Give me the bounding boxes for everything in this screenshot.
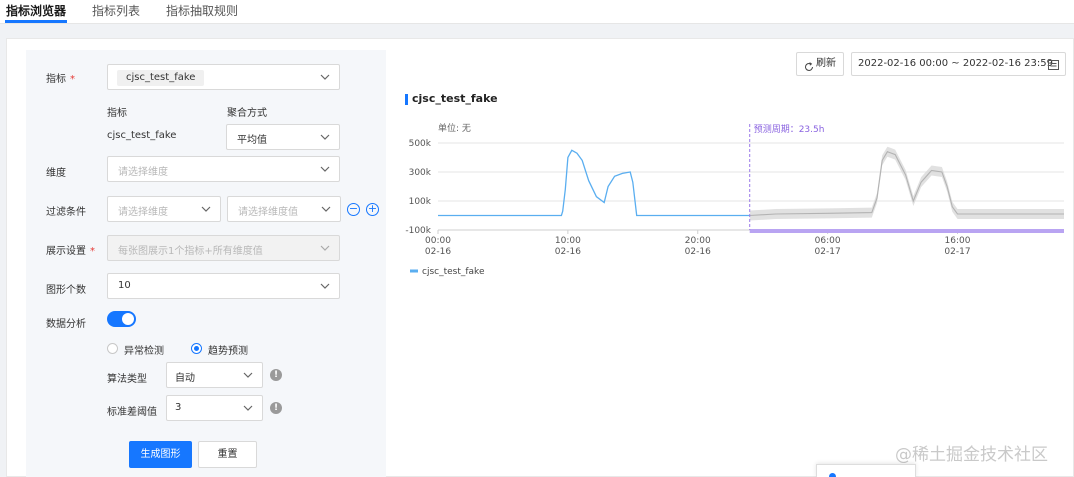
chart-count-select[interactable]: 10 (107, 273, 340, 299)
chevron-down-icon (242, 369, 254, 381)
dimension-select[interactable]: 请选择维度 (107, 156, 340, 182)
chart-lines (438, 149, 1064, 217)
display-settings-select: 每张图展示1个指标+所有维度值 (107, 235, 340, 261)
filter-dimension-placeholder: 请选择维度 (118, 207, 168, 218)
refresh-button[interactable]: 刷新 (796, 52, 844, 76)
forecast-confidence-band (749, 146, 1064, 221)
x-tick-date: 02-16 (425, 247, 451, 257)
sub-header-metric: 指标 (107, 108, 127, 119)
dimension-placeholder: 请选择维度 (118, 167, 168, 178)
chart-x-axis: 00:0002-1610:0002-1620:0002-1606:0002-17… (425, 229, 1064, 257)
filter-value-select[interactable]: 请选择维度值 (227, 196, 341, 222)
x-tick-label: 20:00 (685, 236, 711, 246)
chart-title-accent (405, 94, 408, 105)
metric-label: 指标 * (46, 74, 75, 85)
aggregation-select[interactable]: 平均值 (226, 124, 340, 150)
std-threshold-value: 3 (175, 402, 182, 413)
x-tick-label: 06:00 (815, 236, 841, 246)
date-range-value: 2022-02-16 00:00 ~ 2022-02-16 23:59 (858, 58, 1053, 69)
radio-anomaly-detection[interactable] (107, 343, 118, 354)
unit-label: 单位: 无 (438, 122, 471, 134)
chevron-down-icon (242, 402, 254, 414)
y-tick-label: 300k (409, 168, 432, 178)
chevron-down-icon (319, 242, 331, 254)
add-filter-icon[interactable]: + (366, 203, 379, 216)
x-tick-label: 16:00 (945, 236, 971, 246)
tab-extraction-rules[interactable]: 指标抽取规则 (166, 2, 238, 19)
metric-tag[interactable]: cjsc_test_fake (117, 70, 205, 86)
x-tick-label: 10:00 (555, 236, 581, 246)
tab-metric-browser[interactable]: 指标浏览器 (6, 2, 66, 19)
metric-select[interactable]: cjsc_test_fake (107, 64, 340, 90)
remove-filter-icon[interactable]: − (347, 203, 360, 216)
display-settings-value: 每张图展示1个指标+所有维度值 (118, 246, 263, 257)
std-threshold-select[interactable]: 3 (166, 395, 263, 421)
x-tick-date: 02-17 (815, 247, 841, 257)
tab-metric-list[interactable]: 指标列表 (92, 2, 140, 19)
generate-chart-button[interactable]: 生成图形 (129, 441, 192, 468)
aggregation-value: 平均值 (237, 135, 267, 146)
floating-popup[interactable] (816, 464, 916, 477)
chart-legend: cjsc_test_fake (410, 267, 485, 277)
refresh-label: 刷新 (816, 58, 836, 69)
date-range-picker[interactable]: 2022-02-16 00:00 ~ 2022-02-16 23:59 (851, 52, 1066, 76)
algorithm-value: 自动 (175, 373, 195, 384)
x-tick-date: 02-16 (555, 247, 581, 257)
x-tick-date: 02-16 (685, 247, 711, 257)
algorithm-label: 算法类型 (107, 374, 147, 385)
display-settings-label: 展示设置 * (46, 246, 95, 257)
data-analysis-label: 数据分析 (46, 319, 86, 330)
tab-bar: 指标浏览器 指标列表 指标抽取规则 (0, 0, 1074, 24)
data-analysis-toggle[interactable] (107, 311, 136, 327)
toggle-knob (122, 313, 134, 325)
radio-trend-label[interactable]: 趋势预测 (208, 342, 248, 357)
algorithm-select[interactable]: 自动 (166, 362, 263, 388)
reset-button[interactable]: 重置 (198, 441, 257, 468)
y-tick-label: 500k (409, 139, 432, 149)
chevron-down-icon (319, 71, 331, 83)
chart-count-value: 10 (118, 280, 131, 291)
forecast-range-bar (749, 229, 1064, 233)
chart-count-label: 图形个数 (46, 285, 86, 296)
watermark: @稀土掘金技术社区 (895, 445, 1048, 465)
std-threshold-info-icon[interactable]: ! (270, 402, 282, 414)
dimension-label: 维度 (46, 168, 66, 179)
forecast-band (749, 146, 1064, 233)
filter-value-placeholder: 请选择维度值 (238, 207, 298, 218)
refresh-icon (804, 59, 814, 81)
std-threshold-label: 标准差阈值 (107, 407, 157, 418)
chart-title: cjsc_test_fake (412, 92, 498, 105)
y-tick-label: 100k (409, 197, 432, 207)
sub-header-aggregation: 聚合方式 (227, 108, 267, 119)
radio-anomaly-label[interactable]: 异常检测 (124, 342, 164, 357)
chevron-down-icon (320, 203, 332, 215)
active-tab-indicator (5, 20, 67, 23)
series-line-actual (438, 149, 750, 217)
calendar-icon (1048, 59, 1059, 73)
chevron-down-icon (319, 163, 331, 175)
chevron-down-icon (319, 280, 331, 292)
chevron-down-icon (319, 131, 331, 143)
popup-dot-icon (829, 473, 836, 477)
forecast-label: 预测周期：23.5h (754, 124, 825, 135)
filter-dimension-select[interactable]: 请选择维度 (107, 196, 221, 222)
algorithm-info-icon[interactable]: ! (270, 369, 282, 381)
sub-metric-name: cjsc_test_fake (107, 130, 177, 141)
radio-trend-forecast[interactable] (191, 343, 202, 354)
x-tick-label: 00:00 (425, 236, 451, 246)
chart-y-axis: 500k 300k 100k -100k (405, 139, 431, 236)
y-tick-label: -100k (405, 226, 431, 236)
legend-label: cjsc_test_fake (422, 267, 485, 277)
chevron-down-icon (200, 203, 212, 215)
x-tick-date: 02-17 (944, 247, 970, 257)
filter-label: 过滤条件 (46, 207, 86, 218)
trend-chart: 500k300k100k-100k 00:0002-1610:0002-1620… (405, 122, 1064, 277)
